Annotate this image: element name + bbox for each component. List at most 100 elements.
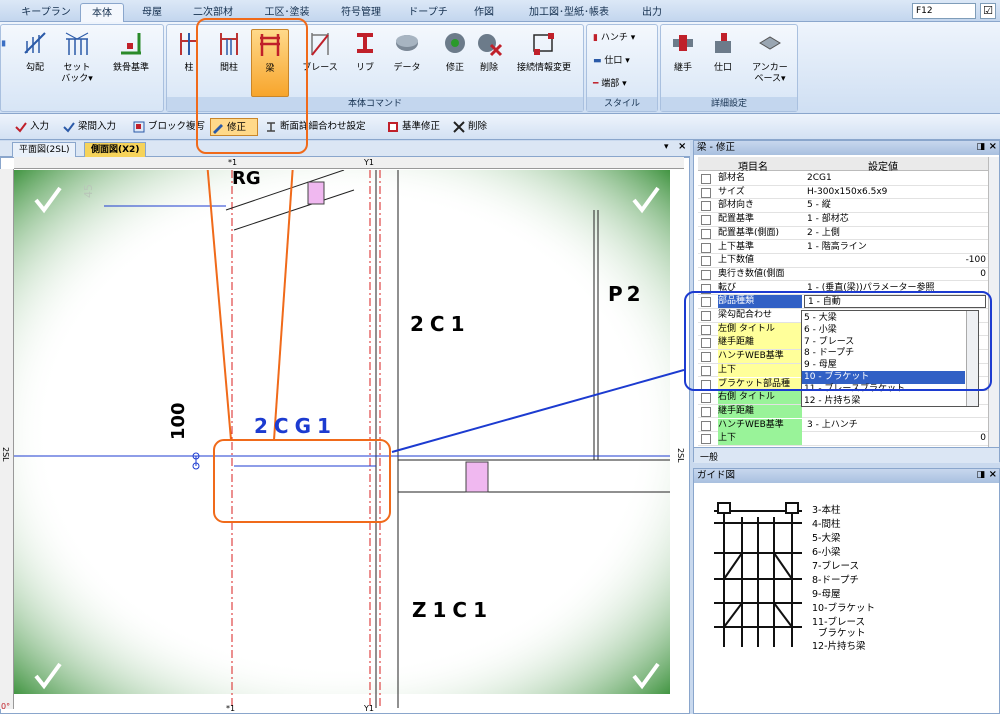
property-row[interactable]: 配置基準(側面) 2 - 上側 xyxy=(698,227,988,241)
property-value[interactable]: 2 - 上側 xyxy=(804,227,986,240)
property-value[interactable]: 3 - 上ハンチ xyxy=(804,419,986,432)
row-checkbox[interactable] xyxy=(701,201,711,212)
property-value[interactable]: 0 xyxy=(804,268,986,281)
z1c1-label: Z1C1 xyxy=(412,598,494,622)
steel-kijun-button[interactable]: 鉄骨基準 xyxy=(103,29,159,97)
row-checkbox[interactable] xyxy=(701,393,711,404)
rib-icon xyxy=(357,33,373,53)
tab-side-view[interactable]: 側面図(X2) xyxy=(84,142,147,157)
row-checkbox[interactable] xyxy=(701,434,711,445)
row-checkbox[interactable] xyxy=(701,174,711,184)
modify-button[interactable]: 修正 xyxy=(439,29,471,97)
pin-icon[interactable]: ◨ xyxy=(976,142,985,152)
property-value[interactable]: 1 - 部材芯 xyxy=(804,213,986,226)
row-checkbox[interactable] xyxy=(701,242,711,253)
ruler-col-label-2: Y1 xyxy=(364,158,374,167)
row-checkbox[interactable] xyxy=(701,406,711,417)
delete-button[interactable]: 削除 xyxy=(473,29,505,97)
ruler-level-label-right: 2SL xyxy=(676,448,685,463)
endpart-dropdown[interactable]: ━ 端部 ▾ xyxy=(593,75,627,93)
base-modify-label: 基準修正 xyxy=(402,121,441,132)
menu-tab-kakouzu[interactable]: 加工図･型紙･帳表 xyxy=(516,3,622,22)
ruler-col-label-1: *1 xyxy=(228,158,238,167)
row-checkbox[interactable] xyxy=(701,256,711,267)
ribbon-group-detail: 継手 仕口 アンカー ベース▾ 詳細設定 xyxy=(660,24,798,112)
delete-tool-button[interactable]: 削除 xyxy=(452,118,496,136)
guide-panel-title: ガイド図 xyxy=(694,469,999,483)
shikuchi-icon: ▬ xyxy=(593,56,602,66)
close-panel-icon[interactable]: × xyxy=(989,141,997,152)
guide-label: 7-ブレース xyxy=(812,561,859,572)
guide-label: 8-ドープチ xyxy=(812,575,859,586)
anchor-base-button[interactable]: アンカー ベース▾ xyxy=(745,29,795,97)
beam-span-input-label: 梁間入力 xyxy=(78,121,117,132)
tab-dropdown-icon[interactable]: ▾ xyxy=(664,142,669,152)
property-value[interactable]: 1 - 階高ライン xyxy=(804,241,986,254)
property-name: 配置基準 xyxy=(718,214,755,225)
guide-pin-icon[interactable]: ◨ xyxy=(976,470,985,480)
property-value[interactable]: 2CG1 xyxy=(804,172,986,185)
shikuchi-button[interactable]: 仕口 xyxy=(705,29,741,97)
row-checkbox[interactable] xyxy=(701,215,711,226)
property-row[interactable]: ハンチWEB基準 3 - 上ハンチ xyxy=(698,418,988,433)
ribbon-group-kijun: 勾配 セット バック▾ 鉄骨基準 xyxy=(0,24,164,112)
property-row[interactable]: 上下数値 -100 xyxy=(698,254,988,268)
guide-panel: ガイド図 ◨ × 3-本柱 4-間柱 5-大梁 6-小梁 7-ブレース 8-ドープチ 9-母… xyxy=(693,468,1000,714)
partial-button[interactable] xyxy=(1,29,13,97)
menu-bar: キープラン 本体 母屋 二次部材 工区･塗装 符号管理 ドープチ 作図 加工図･… xyxy=(0,0,1000,22)
tab-plan-view[interactable]: 平面図(2SL) xyxy=(12,142,77,157)
block-copy-button[interactable]: ブロック複写 xyxy=(132,118,206,136)
property-row[interactable]: 上下 0 xyxy=(698,432,988,446)
property-row[interactable]: 上下基準 1 - 階高ライン xyxy=(698,241,988,255)
property-name: 継手距離 xyxy=(718,404,802,418)
close-view-icon[interactable]: × xyxy=(678,141,686,152)
connection-info-label: 接続情報変更 xyxy=(516,63,571,73)
koubai-button[interactable]: 勾配 xyxy=(17,29,53,97)
base-modify-icon xyxy=(388,122,398,132)
setback-button[interactable]: セット バック▾ xyxy=(57,29,97,97)
guide-label: 10-ブラケット xyxy=(812,603,876,614)
shikuchi-dropdown[interactable]: ▬ 仕口 ▾ xyxy=(593,52,630,70)
partial-icon xyxy=(1,40,6,47)
row-checkbox[interactable] xyxy=(701,187,711,198)
dropdown-option[interactable]: 12 - 片持ち梁 xyxy=(802,395,965,408)
row-checkbox[interactable] xyxy=(701,269,711,280)
menu-tab-output[interactable]: 出力 xyxy=(630,3,674,22)
menu-tab-moya[interactable]: 母屋 xyxy=(132,3,172,22)
dim45-label: 45 xyxy=(82,184,95,198)
guide-close-icon[interactable]: × xyxy=(989,469,997,480)
tab-general[interactable]: 一般 xyxy=(700,450,718,463)
delete-label: 削除 xyxy=(479,63,498,73)
property-row[interactable]: 部材向き 5 - 縦 xyxy=(698,199,988,213)
property-row[interactable]: 奥行き数値(側面 0 xyxy=(698,268,988,282)
command-input[interactable]: F12 xyxy=(912,3,976,19)
rib-button[interactable]: リブ xyxy=(347,29,383,97)
row-checkbox[interactable] xyxy=(701,228,711,239)
menu-tab-fugou[interactable]: 符号管理 xyxy=(330,3,392,22)
beam-span-input-button[interactable]: 梁間入力 xyxy=(62,118,128,136)
menu-tab-keyplan[interactable]: キープラン xyxy=(18,3,74,22)
property-row[interactable]: 配置基準 1 - 部材芯 xyxy=(698,213,988,227)
data-button[interactable]: データ xyxy=(387,29,427,97)
base-modify-button[interactable]: 基準修正 xyxy=(386,118,448,136)
menu-tab-honntai[interactable]: 本体 xyxy=(80,3,124,22)
menu-tab-sakuzu[interactable]: 作図 xyxy=(462,3,506,22)
row-checkbox[interactable] xyxy=(701,420,711,431)
haunch-dropdown[interactable]: ▮ ハンチ ▾ xyxy=(593,29,635,47)
input-button[interactable]: 入力 xyxy=(14,118,56,136)
menu-tab-doupuchi[interactable]: ドープチ xyxy=(400,3,456,22)
joint-button[interactable]: 継手 xyxy=(665,29,701,97)
property-value[interactable]: -100 xyxy=(804,254,986,267)
check-icon[interactable]: ☑ xyxy=(980,3,996,19)
ribbon-group-style: ▮ ハンチ ▾ ▬ 仕口 ▾ ━ 端部 ▾ スタイル xyxy=(586,24,658,112)
property-value[interactable]: 5 - 縦 xyxy=(804,199,986,212)
property-value[interactable]: H-300x150x6.5x9 xyxy=(804,186,986,199)
slope-icon xyxy=(24,32,46,54)
steel-kijun-label: 鉄骨基準 xyxy=(112,63,149,73)
property-row[interactable]: サイズ H-300x150x6.5x9 xyxy=(698,186,988,200)
property-row[interactable]: 部材名 2CG1 xyxy=(698,172,988,186)
connection-info-button[interactable]: 接続情報変更 xyxy=(507,29,581,97)
property-value[interactable]: 0 xyxy=(804,432,986,445)
detail-group-label: 詳細設定 xyxy=(661,97,797,111)
endpart-label: 端部 ▾ xyxy=(601,79,627,89)
